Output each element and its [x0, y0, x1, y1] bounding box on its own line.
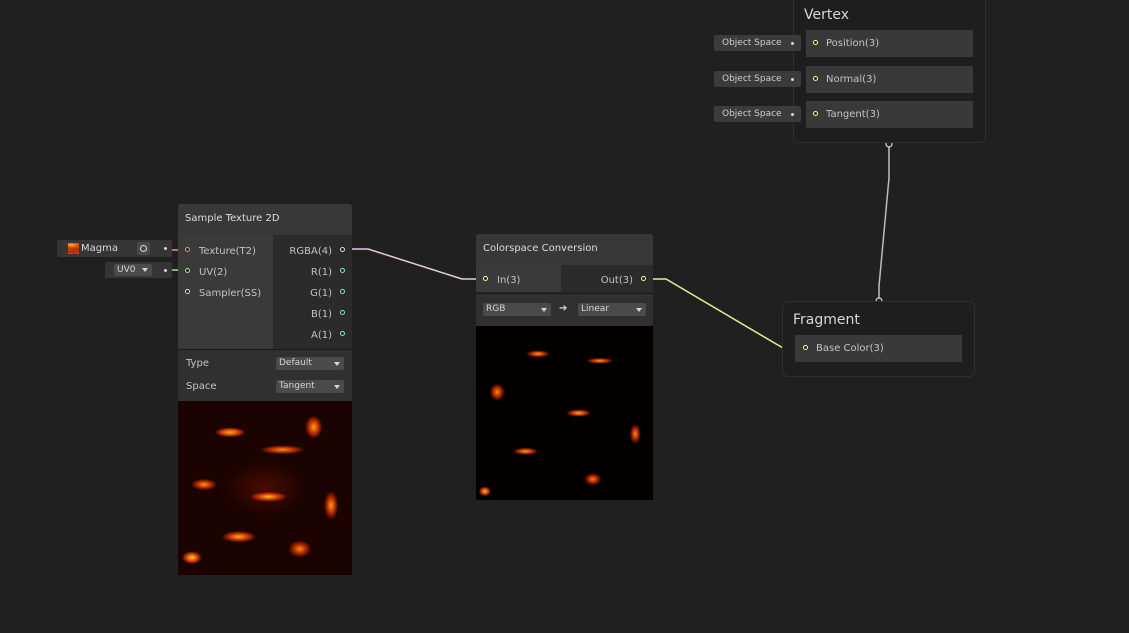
- sample-texture-inputs: Texture(T2) UV(2) Sampler(SS): [178, 235, 273, 349]
- tangent-port[interactable]: [813, 111, 818, 116]
- rgba-output-label: RGBA(4): [289, 246, 332, 257]
- to-colorspace-dropdown[interactable]: Linear: [578, 303, 646, 316]
- out-output-port[interactable]: [641, 276, 646, 281]
- basecolor-port[interactable]: [803, 345, 808, 350]
- type-label: Type: [186, 358, 209, 369]
- position-space-dot: [791, 42, 794, 45]
- type-value: Default: [279, 358, 312, 368]
- object-picker-icon: [140, 245, 147, 252]
- g-output-label: G(1): [310, 288, 332, 299]
- normal-port[interactable]: [813, 76, 818, 81]
- type-chevron-down-icon: [334, 362, 340, 366]
- sample-texture-preview: [178, 401, 352, 575]
- tangent-space-dot: [791, 113, 794, 116]
- space-dropdown[interactable]: Tangent: [276, 380, 344, 393]
- vertex-block-tangent[interactable]: Tangent(3): [806, 101, 973, 128]
- wire-out-to-basecolor: [644, 278, 805, 349]
- vertex-block-position[interactable]: Position(3): [806, 30, 973, 57]
- texture-input-port[interactable]: [185, 247, 190, 252]
- sampler-input-port[interactable]: [185, 289, 190, 294]
- normal-space-label: Object Space: [722, 74, 782, 84]
- from-colorspace-dropdown[interactable]: RGB: [483, 303, 551, 316]
- a-output-label: A(1): [310, 330, 332, 341]
- colorspace-conversion-node[interactable]: Colorspace Conversion In(3) Out(3) RGB ➔…: [476, 234, 653, 500]
- sample-texture-header[interactable]: Sample Texture 2D: [178, 204, 352, 235]
- in-input-label: In(3): [497, 275, 521, 286]
- b-output-port[interactable]: [340, 310, 345, 315]
- a-output-port[interactable]: [340, 331, 345, 336]
- uv-chevron-down-icon: [142, 268, 148, 272]
- uv-channel-value: UV0: [117, 265, 136, 275]
- normal-label: Normal(3): [826, 74, 877, 85]
- tangent-label: Tangent(3): [826, 109, 880, 120]
- b-output-label: B(1): [310, 309, 332, 320]
- vertex-context[interactable]: Vertex Position(3) Normal(3) Tangent(3): [793, 0, 986, 143]
- normal-space-input[interactable]: Object Space: [714, 71, 801, 87]
- colorspace-inputs: In(3): [476, 265, 561, 292]
- vertex-title: Vertex: [804, 7, 850, 23]
- uv-input-port[interactable]: [185, 268, 190, 273]
- colorspace-settings: RGB ➔ Linear: [476, 293, 653, 327]
- tangent-space-input[interactable]: Object Space: [714, 106, 801, 122]
- out-output-label: Out(3): [600, 275, 633, 286]
- r-output-port[interactable]: [340, 268, 345, 273]
- uv0-input[interactable]: UV0: [105, 262, 172, 278]
- magma-texture-input[interactable]: Magma: [57, 240, 172, 257]
- wire-vertex-to-fragment: [878, 146, 890, 299]
- uv-input-label: UV(2): [199, 267, 228, 278]
- sample-texture-outputs: RGBA(4) R(1) G(1) B(1) A(1): [274, 235, 352, 349]
- position-port[interactable]: [813, 40, 818, 45]
- fragment-context[interactable]: Fragment Base Color(3): [782, 301, 975, 377]
- space-label: Space: [186, 381, 217, 392]
- colorspace-title: Colorspace Conversion: [483, 243, 598, 254]
- r-output-label: R(1): [310, 267, 332, 278]
- uv0-output-dot: [164, 269, 167, 272]
- sample-texture-settings: Type Default Space Tangent: [178, 349, 352, 402]
- basecolor-label: Base Color(3): [816, 343, 884, 354]
- arrow-right-icon: ➔: [559, 303, 568, 314]
- position-label: Position(3): [826, 38, 880, 49]
- fragment-title: Fragment: [793, 312, 860, 328]
- sample-texture-title: Sample Texture 2D: [185, 213, 280, 224]
- object-picker-button[interactable]: [137, 242, 150, 255]
- to-colorspace-value: Linear: [581, 304, 609, 314]
- position-space-label: Object Space: [722, 38, 782, 48]
- wire-rgba-to-in: [344, 248, 487, 280]
- type-dropdown[interactable]: Default: [276, 357, 344, 370]
- colorspace-preview: [476, 326, 653, 500]
- from-chevron-down-icon: [541, 308, 547, 312]
- colorspace-header[interactable]: Colorspace Conversion: [476, 234, 653, 265]
- colorspace-outputs: Out(3): [562, 265, 653, 292]
- magma-output-dot: [164, 247, 167, 250]
- in-input-port[interactable]: [483, 276, 488, 281]
- texture-input-label: Texture(T2): [199, 246, 256, 257]
- from-colorspace-value: RGB: [486, 304, 506, 314]
- vertex-block-normal[interactable]: Normal(3): [806, 66, 973, 93]
- space-value: Tangent: [279, 381, 315, 391]
- rgba-output-port[interactable]: [340, 247, 345, 252]
- magma-label: Magma: [81, 243, 118, 254]
- g-output-port[interactable]: [340, 289, 345, 294]
- magma-thumbnail-icon: [68, 243, 79, 254]
- to-chevron-down-icon: [636, 308, 642, 312]
- position-space-input[interactable]: Object Space: [714, 35, 801, 51]
- sample-texture-2d-node[interactable]: Sample Texture 2D Texture(T2) UV(2) Samp…: [178, 204, 352, 575]
- normal-space-dot: [791, 78, 794, 81]
- sampler-input-label: Sampler(SS): [199, 288, 262, 299]
- space-chevron-down-icon: [334, 385, 340, 389]
- tangent-space-label: Object Space: [722, 109, 782, 119]
- fragment-block-basecolor[interactable]: Base Color(3): [795, 335, 962, 362]
- uv-channel-dropdown[interactable]: UV0: [114, 264, 152, 276]
